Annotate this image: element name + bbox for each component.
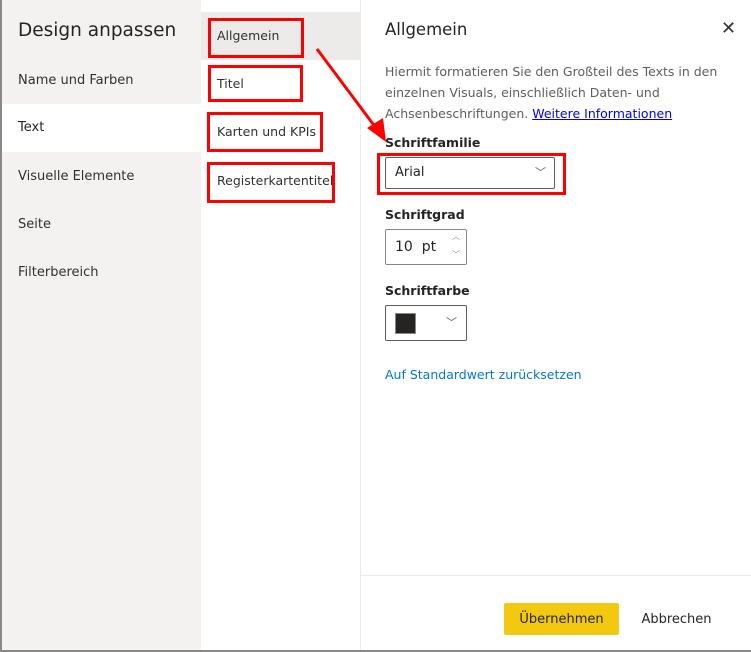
sub-item-karten-und-kpis[interactable]: Karten und KPIs	[201, 108, 360, 156]
font-size-unit: pt	[421, 239, 437, 255]
font-family-label: Schriftfamilie	[385, 135, 481, 150]
dialog-title: Design anpassen	[18, 20, 177, 41]
more-info-link[interactable]: Weitere Informationen	[532, 106, 672, 121]
reset-link[interactable]: Auf Standardwert zurücksetzen	[385, 367, 582, 382]
font-color-picker[interactable]: ﹀	[385, 305, 467, 341]
font-color-label: Schriftfarbe	[385, 283, 470, 298]
close-icon[interactable]: ✕	[721, 18, 736, 39]
panel-title: Allgemein	[385, 20, 468, 39]
font-family-value: Arial	[395, 165, 425, 180]
chevron-down-icon: ﹀	[535, 166, 546, 179]
description: Hiermit formatieren Sie den Großteil des…	[385, 61, 735, 124]
font-size-value: 10	[395, 239, 413, 255]
sub-item-titel[interactable]: Titel	[201, 60, 360, 108]
nav-item-name-und-farben[interactable]: Name und Farben	[2, 57, 201, 105]
color-swatch	[395, 313, 416, 334]
footer: Übernehmen Abbrechen	[361, 575, 751, 650]
chevron-down-icon[interactable]: ﹀	[452, 238, 460, 272]
sub-nav: Allgemein Titel Karten und KPIs Register…	[201, 0, 361, 652]
cancel-button[interactable]: Abbrechen	[629, 603, 724, 635]
sub-item-registerkartentitel[interactable]: Registerkartentitel	[201, 157, 360, 205]
font-size-stepper[interactable]: 10 pt ︿ ﹀	[385, 229, 467, 265]
nav-item-text[interactable]: Text	[2, 104, 201, 152]
font-family-dropdown[interactable]: Arial ﹀	[385, 157, 555, 189]
nav-item-seite[interactable]: Seite	[2, 201, 201, 249]
left-nav: Design anpassen Name und Farben Text Vis…	[0, 0, 201, 652]
sub-item-allgemein[interactable]: Allgemein	[201, 12, 360, 60]
nav-item-filterbereich[interactable]: Filterbereich	[2, 249, 201, 297]
settings-panel: Allgemein ✕ Hiermit formatieren Sie den …	[361, 0, 751, 652]
nav-item-visuelle-elemente[interactable]: Visuelle Elemente	[2, 153, 201, 201]
apply-button[interactable]: Übernehmen	[504, 603, 619, 635]
chevron-down-icon: ﹀	[446, 316, 457, 329]
